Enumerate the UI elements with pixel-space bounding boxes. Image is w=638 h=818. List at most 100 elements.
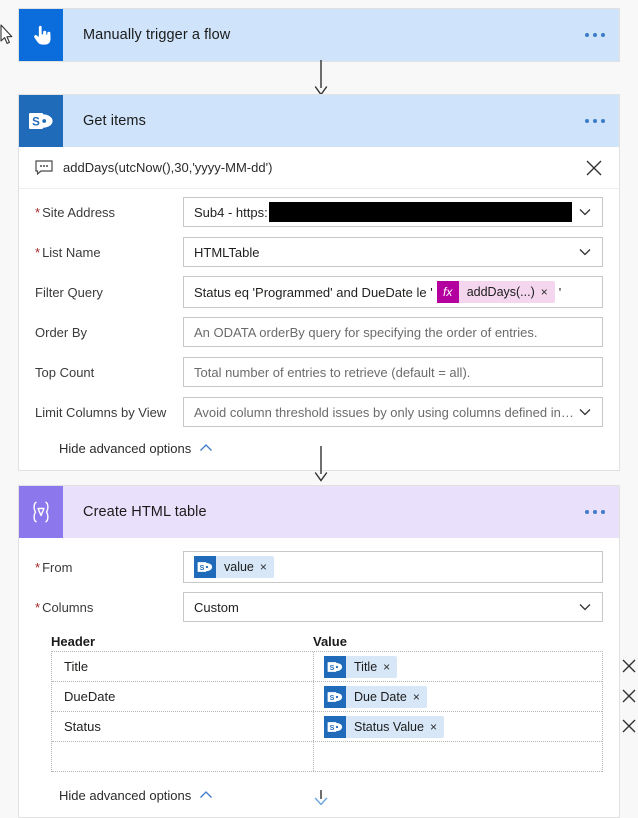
table-row[interactable]: Status S Status Value ×	[52, 712, 636, 742]
step-card-trigger[interactable]: Manually trigger a flow	[18, 8, 620, 62]
menu-dot	[585, 510, 589, 514]
fx-icon: fx	[436, 281, 459, 303]
get-items-card-menu-button[interactable]	[571, 95, 619, 147]
token-label: Status Value	[354, 719, 424, 734]
svg-text:S: S	[200, 565, 205, 572]
token-remove-icon[interactable]: ×	[260, 560, 274, 574]
label-list-name: * List Name	[35, 244, 101, 260]
svg-text:S: S	[330, 694, 335, 701]
chevron-down-icon[interactable]	[576, 403, 594, 421]
filter-query-suffix: '	[558, 284, 562, 300]
create-html-table-card-menu-button[interactable]	[571, 486, 619, 538]
list-name-dropdown[interactable]: HTMLTable	[183, 237, 603, 267]
required-asterisk: *	[35, 559, 41, 575]
filter-query-input[interactable]: Status eq 'Programmed' and DueDate le ' …	[183, 276, 603, 308]
token-remove-icon[interactable]: ×	[430, 720, 444, 734]
expression-token-adddays[interactable]: fx addDays(...) ×	[436, 281, 555, 303]
label-from: * From	[35, 559, 73, 575]
data-operation-icon	[19, 486, 63, 538]
step-card-get-items[interactable]: S Get items addDays(utcNow(),30,'yyyy-MM…	[18, 94, 620, 471]
chevron-down-icon[interactable]	[576, 243, 594, 261]
step-card-create-html-table[interactable]: Create HTML table * From S value × * Col…	[18, 485, 636, 818]
limit-columns-placeholder: Avoid column threshold issues by only us…	[194, 404, 576, 420]
tooltip-icon	[35, 160, 53, 176]
token-remove-icon[interactable]: ×	[541, 285, 555, 299]
form-row-list-name: * List Name HTMLTable	[19, 235, 619, 269]
hand-pointer-icon	[19, 9, 63, 61]
create-html-table-card-body: * From S value × * Columns Custom Header…	[19, 550, 636, 817]
columns-value: Custom	[194, 599, 239, 615]
menu-dot	[601, 510, 605, 514]
grid-cell-header[interactable]	[52, 742, 314, 771]
menu-dot	[593, 510, 597, 514]
svg-text:S: S	[330, 664, 335, 671]
grid-cell-header[interactable]: Status	[52, 712, 314, 741]
token-label: Due Date	[354, 689, 407, 704]
table-row-empty[interactable]	[52, 742, 602, 772]
form-row-columns: * Columns Custom	[19, 590, 619, 624]
sharepoint-token-status-value[interactable]: S Status Value ×	[324, 715, 444, 738]
sharepoint-icon: S	[324, 655, 346, 678]
chevron-down-icon[interactable]	[576, 598, 594, 616]
trigger-card-menu-button[interactable]	[571, 9, 619, 61]
menu-dot	[601, 119, 605, 123]
table-row[interactable]: Title S Title ×	[52, 652, 636, 682]
token-remove-icon[interactable]: ×	[383, 660, 397, 674]
delete-row-icon[interactable]	[618, 655, 638, 677]
sharepoint-token-title[interactable]: S Title ×	[324, 655, 398, 678]
columns-grid-headers: Header Value	[19, 634, 619, 649]
table-row[interactable]: DueDate S Due Date ×	[52, 682, 636, 712]
delete-row-icon[interactable]	[618, 715, 638, 737]
svg-text:S: S	[330, 724, 335, 731]
required-asterisk: *	[35, 204, 41, 220]
connector-arrow-1	[312, 60, 330, 98]
form-row-site-address: * Site Address Sub4 - https:	[19, 195, 619, 229]
order-by-input[interactable]: An ODATA orderBy query for specifying th…	[183, 317, 603, 347]
token-label: addDays(...)	[466, 285, 535, 299]
redacted-url-block	[268, 202, 572, 222]
connector-arrow-2	[312, 446, 330, 484]
site-address-dropdown[interactable]: Sub4 - https:	[183, 197, 603, 227]
token-remove-icon[interactable]: ×	[413, 690, 427, 704]
grid-cell-value[interactable]: S Due Date ×	[314, 682, 602, 711]
grid-cell-header[interactable]: Title	[52, 652, 314, 681]
expression-close-icon[interactable]	[583, 157, 605, 179]
get-items-card-header[interactable]: S Get items	[19, 95, 619, 147]
form-row-order-by: Order By An ODATA orderBy query for spec…	[19, 315, 619, 349]
limit-columns-dropdown[interactable]: Avoid column threshold issues by only us…	[183, 397, 603, 427]
form-row-top-count: Top Count Total number of entries to ret…	[19, 355, 619, 389]
chevron-up-icon[interactable]	[199, 441, 213, 456]
create-html-table-card-title: Create HTML table	[83, 504, 207, 520]
grid-header-value: Value	[313, 634, 347, 649]
connector-arrow-3-partial	[312, 790, 330, 806]
chevron-up-icon[interactable]	[199, 788, 213, 803]
label-order-by: Order By	[35, 324, 88, 340]
menu-dot	[593, 119, 597, 123]
mouse-cursor-icon	[0, 24, 14, 46]
label-filter-query: Filter Query	[35, 284, 103, 300]
chevron-down-icon[interactable]	[576, 203, 594, 221]
create-html-table-card-header[interactable]: Create HTML table	[19, 486, 619, 538]
grid-cell-header[interactable]: DueDate	[52, 682, 314, 711]
grid-cell-value[interactable]: S Title ×	[314, 652, 602, 681]
columns-dropdown[interactable]: Custom	[183, 592, 603, 622]
sharepoint-icon: S	[194, 556, 216, 578]
required-asterisk: *	[35, 599, 41, 615]
trigger-card-title: Manually trigger a flow	[83, 27, 231, 43]
order-by-placeholder: An ODATA orderBy query for specifying th…	[194, 324, 538, 340]
delete-row-icon[interactable]	[618, 685, 638, 707]
sharepoint-token-value[interactable]: S value ×	[194, 556, 274, 578]
grid-cell-value[interactable]	[314, 742, 602, 771]
top-count-input[interactable]: Total number of entries to retrieve (def…	[183, 357, 603, 387]
sharepoint-icon: S	[19, 95, 63, 147]
menu-dot	[585, 119, 589, 123]
grid-cell-value[interactable]: S Status Value ×	[314, 712, 602, 741]
menu-dot	[601, 33, 605, 37]
get-items-card-title: Get items	[83, 113, 146, 129]
required-asterisk: *	[35, 244, 41, 260]
from-input[interactable]: S value ×	[183, 551, 603, 583]
expression-tooltip-row[interactable]: addDays(utcNow(),30,'yyyy-MM-dd')	[19, 147, 619, 189]
trigger-card-header[interactable]: Manually trigger a flow	[19, 9, 619, 61]
expression-text: addDays(utcNow(),30,'yyyy-MM-dd')	[63, 160, 273, 175]
sharepoint-token-due-date[interactable]: S Due Date ×	[324, 685, 427, 708]
